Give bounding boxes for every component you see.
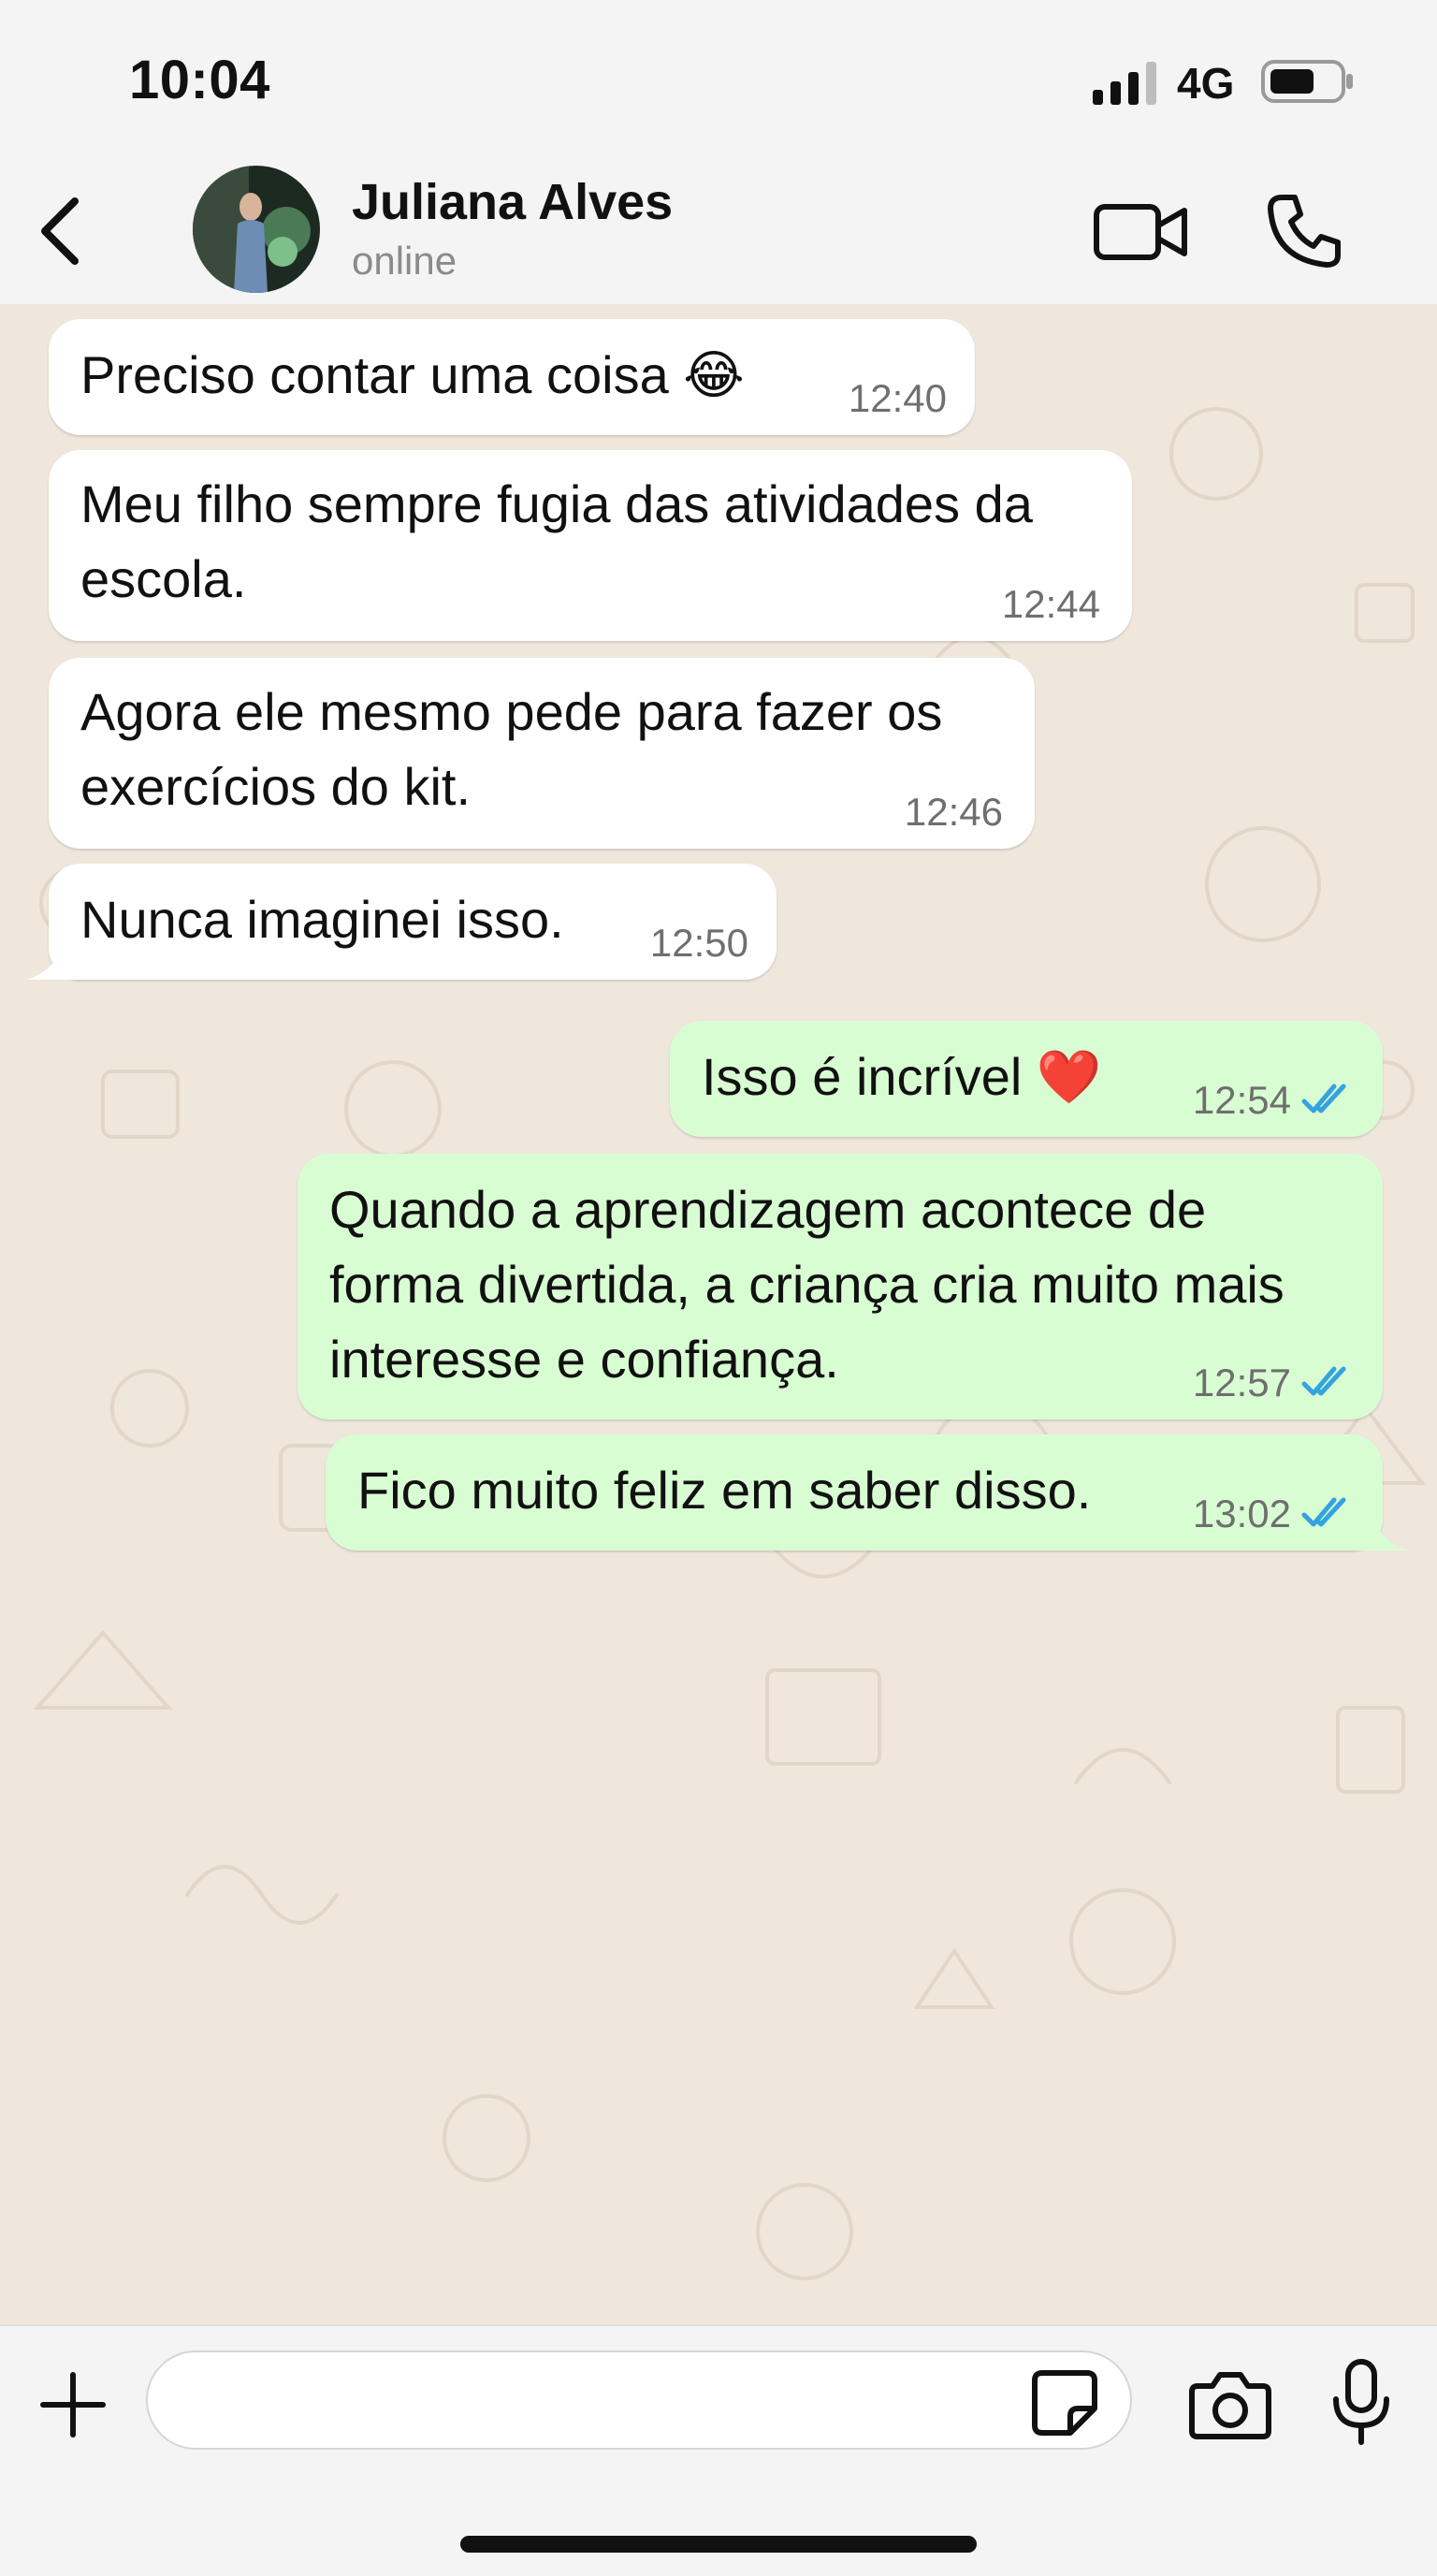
composer-bar — [0, 2325, 1437, 2576]
home-indicator — [460, 2536, 977, 2553]
message-text: Nunca imaginei isso. — [80, 890, 564, 949]
message-time: 13:02 — [1192, 1492, 1291, 1535]
message-bubble-incoming[interactable]: Meu filho sempre fugia das atividades da… — [49, 450, 1132, 641]
battery-icon — [1261, 60, 1353, 103]
chat-area[interactable]: Preciso contar uma coisa 😂 12:40 Meu fil… — [0, 304, 1437, 2325]
message-text: Meu filho sempre fugia das atividades da… — [80, 474, 1033, 608]
message-text: Preciso contar uma coisa 😂 — [80, 345, 745, 404]
message-bubble-outgoing[interactable]: Fico muito feliz em saber disso. 13:02 — [326, 1434, 1383, 1550]
microphone-icon[interactable] — [1328, 2358, 1394, 2448]
message-bubble-outgoing[interactable]: Quando a aprendizagem acontece de forma … — [298, 1154, 1383, 1419]
message-text: Agora ele mesmo pede para fazer os exerc… — [80, 682, 943, 816]
signal-bars-icon — [1093, 62, 1156, 105]
sticker-icon[interactable] — [1029, 2367, 1100, 2438]
read-receipt-icon — [1301, 1497, 1346, 1527]
chat-header: Juliana Alves online — [0, 154, 1437, 304]
network-label: 4G — [1177, 59, 1235, 108]
status-bar: 10:04 4G — [0, 0, 1437, 154]
contact-name[interactable]: Juliana Alves — [352, 173, 673, 231]
contact-status: online — [352, 239, 457, 283]
message-time: 12:57 — [1192, 1361, 1291, 1404]
read-receipt-icon — [1301, 1084, 1346, 1113]
bubble-tail — [26, 948, 80, 980]
bubble-tail — [1355, 1519, 1409, 1550]
camera-icon[interactable] — [1188, 2365, 1272, 2440]
message-text: Isso é incrível ❤️ — [702, 1047, 1102, 1106]
message-time: 12:40 — [848, 376, 947, 420]
message-bubble-incoming[interactable]: Preciso contar uma coisa 😂 12:40 — [49, 319, 975, 435]
read-receipt-icon — [1301, 1366, 1346, 1396]
message-time: 12:50 — [649, 921, 748, 965]
avatar[interactable] — [193, 166, 320, 293]
message-bubble-incoming[interactable]: Agora ele mesmo pede para fazer os exerc… — [49, 658, 1035, 849]
message-text: Quando a aprendizagem acontece de forma … — [329, 1180, 1285, 1389]
message-time: 12:44 — [1001, 582, 1100, 626]
message-time: 12:54 — [1192, 1078, 1291, 1122]
phone-icon[interactable] — [1265, 192, 1343, 270]
message-input[interactable] — [146, 2350, 1132, 2450]
message-bubble-outgoing[interactable]: Isso é incrível ❤️ 12:54 — [670, 1021, 1383, 1137]
video-camera-icon[interactable] — [1093, 194, 1190, 269]
plus-icon[interactable] — [36, 2367, 110, 2442]
chevron-left-icon[interactable] — [34, 194, 90, 269]
status-time: 10:04 — [129, 50, 270, 110]
message-bubble-incoming[interactable]: Nunca imaginei isso. 12:50 — [49, 864, 777, 980]
message-text: Fico muito feliz em saber disso. — [357, 1461, 1092, 1520]
message-time: 12:46 — [904, 790, 1003, 834]
